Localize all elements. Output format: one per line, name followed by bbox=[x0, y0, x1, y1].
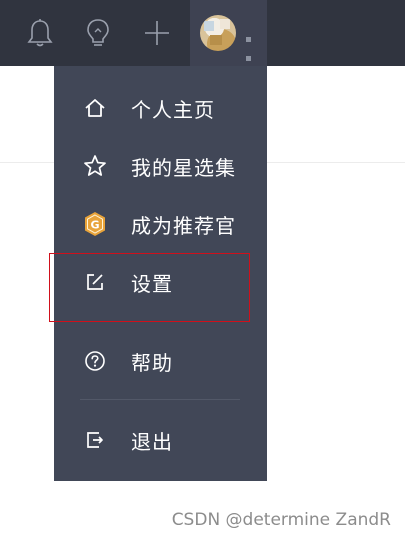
menu-item-home[interactable]: 个人主页 bbox=[54, 86, 267, 130]
page-divider-right bbox=[267, 162, 405, 163]
menu-item-label: 帮助 bbox=[131, 350, 173, 375]
menu-item-star-collection[interactable]: 我的星选集 bbox=[54, 144, 267, 188]
menu-item-label: 个人主页 bbox=[131, 97, 215, 122]
user-avatar-button[interactable] bbox=[190, 0, 267, 66]
logout-icon bbox=[83, 428, 107, 452]
page-divider-left bbox=[0, 162, 54, 163]
settings-highlight-box bbox=[49, 253, 250, 322]
menu-item-become-recommender[interactable]: G 成为推荐官 bbox=[54, 202, 267, 246]
menu-item-label: 成为推荐官 bbox=[131, 213, 236, 238]
avatar[interactable] bbox=[200, 15, 236, 51]
menu-item-logout[interactable]: 退出 bbox=[54, 418, 267, 462]
help-circle-icon bbox=[83, 349, 107, 373]
menu-item-label: 退出 bbox=[131, 429, 173, 454]
menu-item-label: 我的星选集 bbox=[131, 155, 236, 180]
avatar-blur-dots bbox=[246, 27, 267, 65]
menu-item-help[interactable]: 帮助 bbox=[54, 339, 267, 383]
home-icon bbox=[83, 96, 107, 120]
hexagon-badge-icon: G bbox=[83, 212, 107, 236]
svg-text:G: G bbox=[90, 219, 99, 232]
bell-icon[interactable] bbox=[20, 13, 60, 53]
watermark: CSDN @determine ZandR bbox=[171, 510, 391, 530]
lightbulb-icon[interactable] bbox=[78, 13, 118, 53]
top-navigation-bar bbox=[0, 0, 405, 66]
plus-icon[interactable] bbox=[137, 13, 177, 53]
star-icon bbox=[83, 154, 107, 178]
menu-separator bbox=[80, 399, 240, 400]
